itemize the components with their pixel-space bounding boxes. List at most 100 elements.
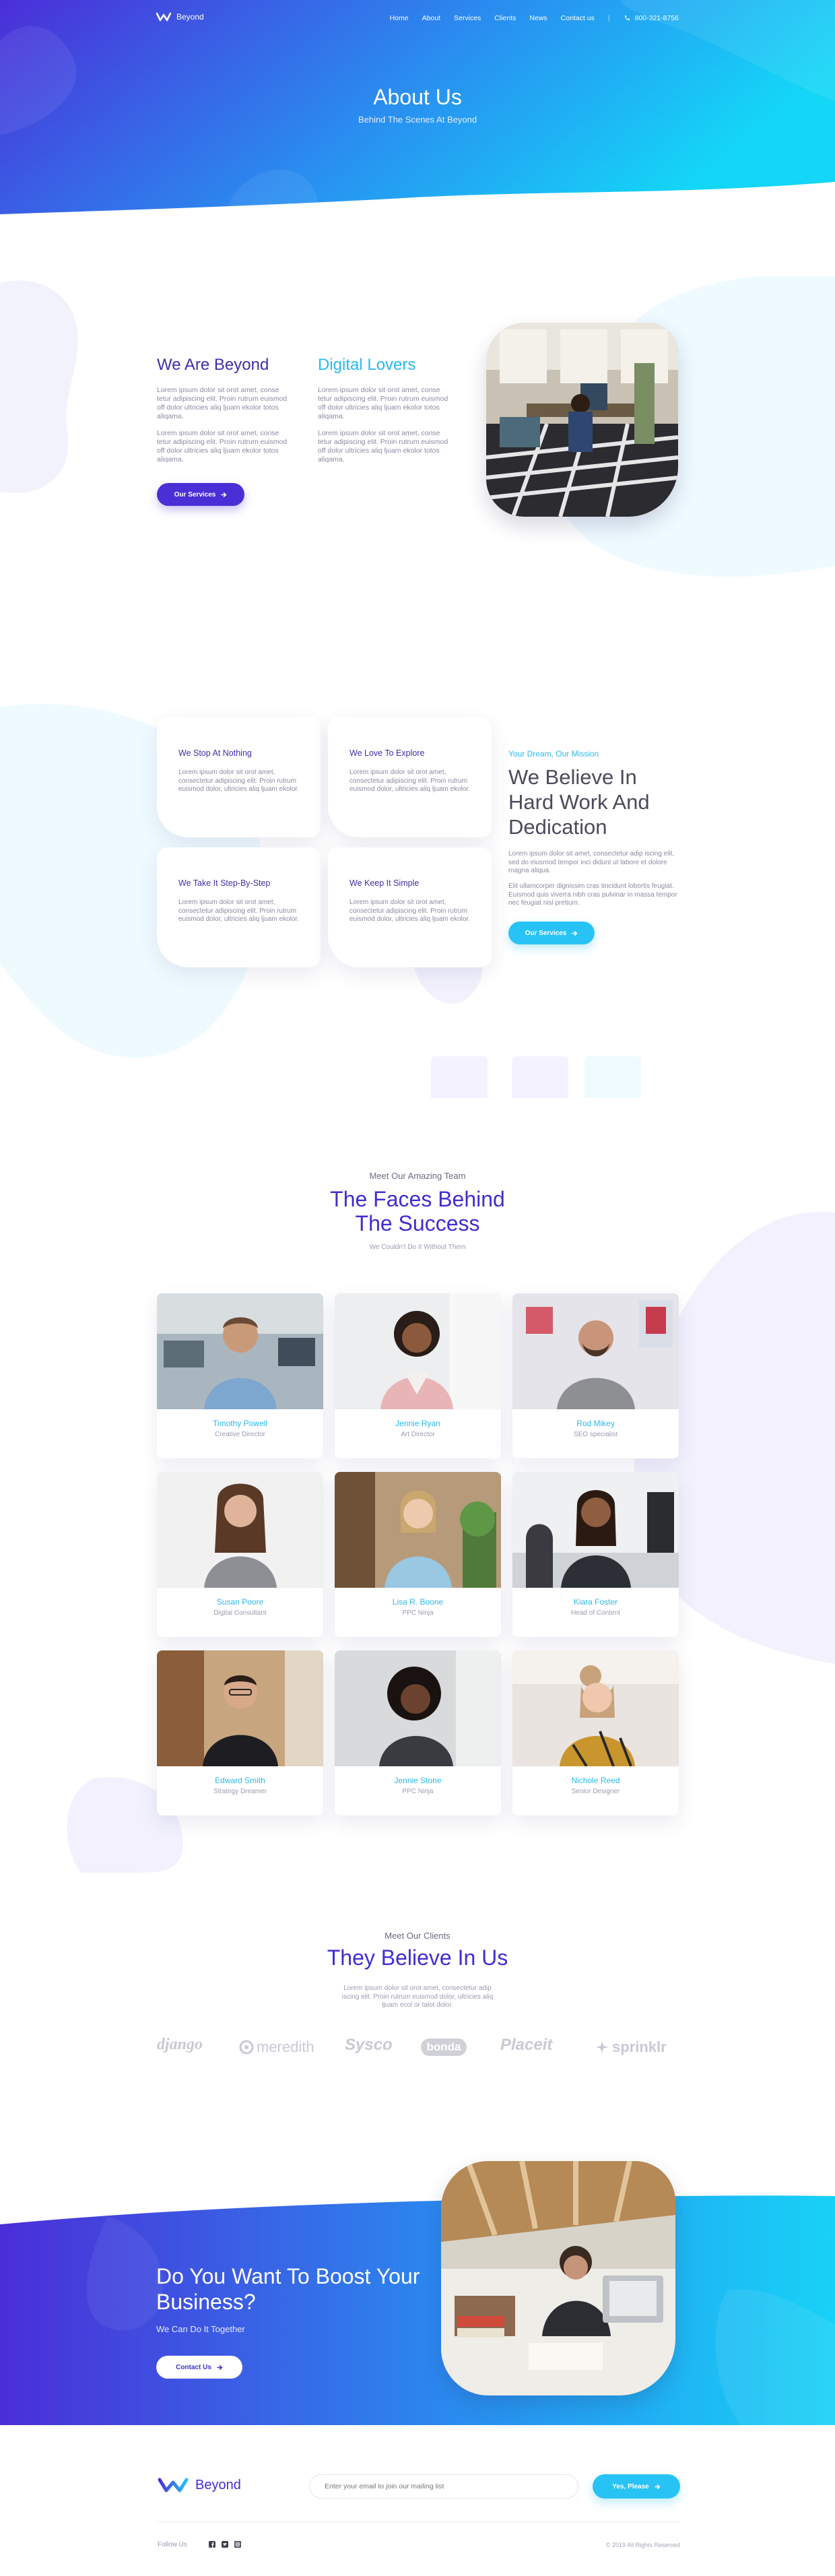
footer-logo[interactable]: Beyond bbox=[158, 2477, 241, 2493]
team-member-role: Strategy Dreamer bbox=[213, 1788, 267, 1795]
team-photo bbox=[512, 1293, 679, 1409]
team-member-role: SEO specialist bbox=[573, 1431, 618, 1438]
arrow-right-icon bbox=[217, 2364, 223, 2370]
mission-services-label: Our Services bbox=[525, 929, 567, 937]
team-member-name: Susan Poore bbox=[216, 1597, 264, 1607]
about-text-1: Lorem ipsum dolor sit orot amet, conse t… bbox=[157, 386, 288, 420]
team-photo bbox=[512, 1650, 679, 1766]
nav-link-contact[interactable]: Contact us bbox=[561, 14, 595, 22]
footer-divider bbox=[158, 2521, 679, 2522]
about-text-2: Lorem ipsum dolor sit orot amet, conse t… bbox=[157, 429, 288, 463]
clients-title: They Believe In Us bbox=[327, 1945, 508, 1970]
sprinklr-logo-icon bbox=[596, 2041, 608, 2053]
our-services-button[interactable]: Our Services bbox=[157, 483, 244, 506]
team-card-1[interactable]: Timothy Powell Creative Director bbox=[157, 1293, 323, 1458]
team-member-name: Jennie Ryan bbox=[395, 1419, 440, 1428]
cta-subtitle: We Can Do It Together bbox=[156, 2324, 245, 2334]
subscribe-label: Yes, Please bbox=[612, 2482, 649, 2490]
team-member-role: PPC Ninja bbox=[402, 1609, 434, 1617]
feature-card-text: Lorem ipsum dolor sit orot amet, consect… bbox=[349, 769, 470, 793]
team-member-role: Creative Director bbox=[214, 1431, 266, 1438]
arrow-right-icon bbox=[572, 930, 578, 936]
team-photo bbox=[335, 1472, 501, 1588]
page-subtitle: Behind The Scenes At Beyond bbox=[358, 115, 477, 125]
client-logo-sprinklr-text: sprinklr bbox=[612, 2038, 667, 2055]
logo-icon bbox=[156, 12, 171, 22]
team-member-role: PPC Ninja bbox=[402, 1788, 434, 1795]
team-card-2[interactable]: Jennie Ryan Art Director bbox=[335, 1293, 501, 1458]
team-member-name: Rod Mikey bbox=[576, 1419, 615, 1428]
team-member-role: Art Director bbox=[401, 1431, 435, 1438]
newsletter-email-input[interactable] bbox=[309, 2474, 578, 2499]
subscribe-button[interactable]: Yes, Please bbox=[593, 2474, 680, 2499]
mission-services-button[interactable]: Our Services bbox=[508, 922, 595, 944]
twitter-icon[interactable] bbox=[222, 2541, 228, 2548]
nav-logo[interactable]: Beyond bbox=[156, 12, 204, 22]
nav-link-services[interactable]: Services bbox=[454, 14, 481, 22]
mission-text-2: Elit ullamcorper dignissim cras tincidun… bbox=[508, 882, 677, 907]
client-logo-bonda: bonda bbox=[421, 2038, 467, 2056]
team-title-text: The Faces Behind The Success bbox=[330, 1187, 505, 1235]
team-kicker: Meet Our Amazing Team bbox=[369, 1171, 466, 1181]
meredith-logo-icon bbox=[239, 2040, 254, 2055]
team-photo-illustration bbox=[157, 1293, 323, 1409]
team-card-4[interactable]: Susan Poore Digital Consultant bbox=[157, 1472, 323, 1637]
arrow-right-icon bbox=[654, 2484, 661, 2489]
feature-card-3: We Take It Step-By-Step Lorem ipsum dolo… bbox=[157, 847, 321, 967]
feature-card-text: Lorem ipsum dolor sit orot amet, consect… bbox=[178, 899, 299, 923]
nav-link-about[interactable]: About bbox=[422, 14, 440, 22]
client-logo-sysco: Sysco bbox=[345, 2036, 393, 2054]
team-card-9[interactable]: Nichole Reed Senior Designer bbox=[512, 1650, 679, 1815]
team-title: The Faces Behind The Success bbox=[0, 1187, 835, 1235]
nav-phone-number: 800-321-8756 bbox=[634, 14, 679, 22]
client-logo-meredith-text: meredith bbox=[257, 2038, 314, 2055]
team-member-role: Digital Consultant bbox=[213, 1609, 267, 1617]
about-text-3: Lorem ipsum dolor sit orot amet, conse t… bbox=[318, 386, 448, 420]
team-card-6[interactable]: Kiara Foster Head of Content bbox=[512, 1472, 679, 1637]
nav-links: Home About Services Clients News Contact… bbox=[390, 14, 679, 22]
follow-us-label: Follow Us bbox=[158, 2541, 187, 2548]
team-card-5[interactable]: Lisa R. Boone PPC Ninja bbox=[335, 1472, 501, 1637]
team-card-8[interactable]: Jennie Stone PPC Ninja bbox=[335, 1650, 501, 1815]
feature-card-1: We Stop At Nothing Lorem ipsum dolor sit… bbox=[157, 717, 321, 837]
nav-divider: | bbox=[607, 14, 610, 22]
arrow-right-icon bbox=[221, 492, 227, 497]
mission-text-1: Lorem ipsum dolor sit amet, consectetur … bbox=[508, 850, 675, 874]
client-logo-placeit: Placeit bbox=[500, 2036, 553, 2054]
team-photo bbox=[157, 1650, 323, 1766]
team-photo-illustration bbox=[512, 1293, 679, 1409]
team-photo-illustration bbox=[512, 1650, 679, 1766]
feature-card-text: Lorem ipsum dolor sit orot amet, consect… bbox=[178, 769, 299, 793]
team-member-name: Jennie Stone bbox=[394, 1776, 442, 1785]
team-photo bbox=[512, 1472, 679, 1588]
phone-icon bbox=[624, 15, 630, 21]
footer-logo-text: Beyond bbox=[195, 2477, 241, 2492]
contact-us-label: Contact Us bbox=[176, 2363, 211, 2371]
team-member-name: Kiara Foster bbox=[573, 1597, 618, 1607]
office-photo bbox=[486, 323, 678, 517]
copyright: © 2019 All Rights Reserved bbox=[605, 2542, 680, 2548]
client-logo-meredith: meredith bbox=[239, 2038, 314, 2056]
nav-link-news[interactable]: News bbox=[529, 14, 547, 22]
team-photo bbox=[157, 1293, 323, 1409]
social-links bbox=[209, 2541, 241, 2548]
facebook-icon[interactable] bbox=[209, 2541, 215, 2548]
feature-card-4: We Keep It Simple Lorem ipsum dolor sit … bbox=[328, 847, 492, 967]
cta-office-photo-illustration bbox=[441, 2161, 675, 2395]
cta-title: Do You Want To Boost Your Business? bbox=[156, 2264, 420, 2314]
our-services-label: Our Services bbox=[174, 490, 216, 498]
team-photo-illustration bbox=[335, 1472, 501, 1588]
about-title-left: We Are Beyond bbox=[157, 356, 269, 374]
team-card-3[interactable]: Rod Mikey SEO specialist bbox=[512, 1293, 679, 1458]
feature-card-2: We Love To Explore Lorem ipsum dolor sit… bbox=[328, 717, 492, 837]
nav-link-clients[interactable]: Clients bbox=[494, 14, 516, 22]
instagram-icon[interactable] bbox=[234, 2541, 241, 2548]
client-logo-sprinklr: sprinklr bbox=[595, 2038, 667, 2056]
team-photo bbox=[335, 1293, 501, 1409]
team-card-7[interactable]: Edward Smith Strategy Dreamer bbox=[157, 1650, 323, 1815]
nav-link-home[interactable]: Home bbox=[390, 14, 409, 22]
contact-us-button[interactable]: Contact Us bbox=[156, 2356, 242, 2379]
nav-logo-text: Beyond bbox=[176, 12, 204, 22]
team-photo-illustration bbox=[157, 1650, 323, 1766]
nav-phone[interactable]: 800-321-8756 bbox=[624, 14, 679, 22]
